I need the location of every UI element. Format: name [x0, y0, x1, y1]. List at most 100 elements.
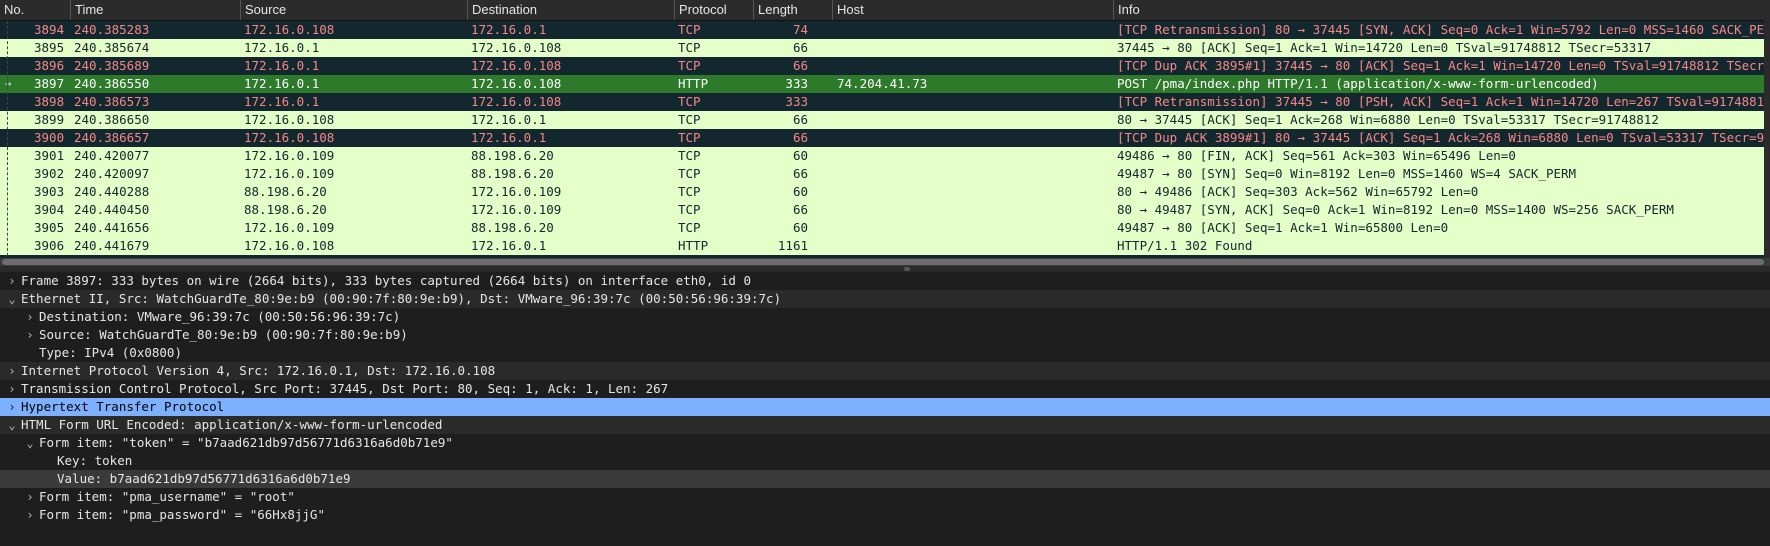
- detail-tree-item[interactable]: › Transmission Control Protocol, Src Port…: [0, 380, 1770, 398]
- packet-row[interactable]: 3895 240.385674 172.16.0.1 172.16.0.108 TCP 6…: [0, 39, 1770, 57]
- detail-tree-label: Source: WatchGuardTe_80:9e:b9 (00:90:7f:…: [39, 327, 408, 342]
- packet-row[interactable]: 3906 240.441679 172.16.0.108 172.16.0.1 HTTP…: [0, 237, 1770, 255]
- cell-destination: 172.16.0.109: [471, 184, 562, 199]
- collapsed-chevron-icon[interactable]: ›: [24, 506, 36, 524]
- cell-destination: 88.198.6.20: [471, 220, 554, 235]
- cell-no: 3901: [34, 148, 65, 163]
- packet-row[interactable]: 3903 240.440288 88.198.6.20 172.16.0.109 TCP…: [0, 183, 1770, 201]
- cell-host: [837, 57, 1107, 75]
- column-header-time[interactable]: Time: [70, 0, 240, 20]
- column-header-length[interactable]: Length: [753, 0, 832, 20]
- cell-no: 3904: [34, 202, 65, 217]
- detail-tree-item[interactable]: ⌄ Ethernet II, Src: WatchGuardTe_80:9e:b9…: [0, 290, 1770, 308]
- detail-tree-item[interactable]: › Destination: VMware_96:39:7c (00:50:56:…: [0, 308, 1770, 326]
- collapsed-chevron-icon[interactable]: ›: [6, 398, 18, 416]
- cell-length: 74: [792, 22, 808, 37]
- detail-tree-label: Key: token: [57, 453, 133, 468]
- cell-info: 80 → 49486 [ACK] Seq=303 Ack=562 Win=657…: [1117, 184, 1479, 199]
- cell-time: 240.386657: [74, 130, 150, 145]
- cell-time: 240.385689: [74, 58, 150, 73]
- splitter-grip[interactable]: [904, 267, 910, 271]
- cell-host: [837, 93, 1107, 111]
- cell-no: 3905: [34, 220, 65, 235]
- cell-source: 172.16.0.1: [244, 76, 320, 91]
- expanded-chevron-icon[interactable]: ⌄: [6, 416, 18, 434]
- collapsed-chevron-icon[interactable]: ›: [24, 308, 36, 326]
- cell-host: [837, 183, 1107, 201]
- detail-tree-item[interactable]: › Form item: "pma_password" = "66Hx8jjG": [0, 506, 1770, 524]
- cell-protocol: HTTP: [678, 76, 709, 91]
- packet-row[interactable]: 3899 240.386650 172.16.0.108 172.16.0.1 TCP 6…: [0, 111, 1770, 129]
- expanded-chevron-icon[interactable]: ⌄: [6, 290, 18, 308]
- cell-length: 66: [792, 130, 808, 145]
- column-header-source[interactable]: Source: [240, 0, 467, 20]
- collapsed-chevron-icon[interactable]: ›: [6, 362, 18, 380]
- detail-tree-item[interactable]: ⌄ Form item: "token" = "b7aad621db97d5677…: [0, 434, 1770, 452]
- collapsed-chevron-icon[interactable]: ›: [6, 272, 18, 290]
- packet-list[interactable]: No. Time Source Destination Protocol Len…: [0, 0, 1770, 266]
- column-header-destination[interactable]: Destination: [467, 0, 674, 20]
- collapsed-chevron-icon[interactable]: ›: [24, 326, 36, 344]
- detail-tree-item[interactable]: Type: IPv4 (0x0800): [0, 344, 1770, 362]
- packet-details-tree[interactable]: › Frame 3897: 333 bytes on wire (2664 bit…: [0, 272, 1770, 546]
- cell-destination: 172.16.0.109: [471, 202, 562, 217]
- column-header-protocol[interactable]: Protocol: [674, 0, 753, 20]
- cell-info: [TCP Dup ACK 3895#1] 37445 → 80 [ACK] Se…: [1117, 58, 1767, 73]
- cell-time: 240.420077: [74, 148, 150, 163]
- cell-host: [837, 39, 1107, 57]
- collapsed-chevron-icon[interactable]: ›: [24, 488, 36, 506]
- packet-row[interactable]: 3896 240.385689 172.16.0.1 172.16.0.108 TCP 6…: [0, 57, 1770, 75]
- cell-destination: 172.16.0.1: [471, 112, 547, 127]
- detail-tree-item[interactable]: Key: token: [0, 452, 1770, 470]
- packet-row[interactable]: → 3897 240.386550 172.16.0.1 172.16.0.108 HTT…: [0, 75, 1770, 93]
- cell-destination: 88.198.6.20: [471, 166, 554, 181]
- detail-tree-label: Form item: "pma_password" = "66Hx8jjG": [39, 507, 325, 522]
- horizontal-scrollbar-thumb[interactable]: [2, 259, 1764, 265]
- packet-row[interactable]: 3905 240.441656 172.16.0.109 88.198.6.20 TCP…: [0, 219, 1770, 237]
- packet-row[interactable]: 3898 240.386573 172.16.0.1 172.16.0.108 TCP 3…: [0, 93, 1770, 111]
- expanded-chevron-icon[interactable]: ⌄: [24, 434, 36, 452]
- packet-row[interactable]: 3900 240.386657 172.16.0.108 172.16.0.1 TCP 6…: [0, 129, 1770, 147]
- packet-row[interactable]: 3894 240.385283 172.16.0.108 172.16.0.1 TCP 7…: [0, 21, 1770, 39]
- cell-length: 333: [785, 94, 808, 109]
- detail-tree-item[interactable]: › Internet Protocol Version 4, Src: 172.1…: [0, 362, 1770, 380]
- cell-time: 240.441679: [74, 238, 150, 253]
- cell-info: [TCP Retransmission] 80 → 37445 [SYN, AC…: [1117, 22, 1767, 37]
- cell-protocol: TCP: [678, 220, 701, 235]
- cell-time: 240.386650: [74, 112, 150, 127]
- cell-time: 240.440288: [74, 184, 150, 199]
- detail-tree-item[interactable]: ⌄ HTML Form URL Encoded: application/x-ww…: [0, 416, 1770, 434]
- cell-time: 240.385674: [74, 40, 150, 55]
- detail-tree-item[interactable]: › Form item: "pma_username" = "root": [0, 488, 1770, 506]
- column-header-host[interactable]: Host: [832, 0, 1113, 20]
- cell-protocol: TCP: [678, 202, 701, 217]
- column-header-no[interactable]: No.: [0, 0, 70, 20]
- cell-source: 172.16.0.1: [244, 40, 320, 55]
- detail-tree-item[interactable]: › Hypertext Transfer Protocol: [0, 398, 1770, 416]
- cell-info: POST /pma/index.php HTTP/1.1 (applicatio…: [1117, 76, 1599, 91]
- cell-destination: 172.16.0.108: [471, 76, 562, 91]
- detail-tree-label: Destination: VMware_96:39:7c (00:50:56:9…: [39, 309, 401, 324]
- detail-tree-item[interactable]: › Frame 3897: 333 bytes on wire (2664 bit…: [0, 272, 1770, 290]
- cell-host: [837, 201, 1107, 219]
- cell-info: 37445 → 80 [ACK] Seq=1 Ack=1 Win=14720 L…: [1117, 40, 1652, 55]
- detail-tree-label: Internet Protocol Version 4, Src: 172.16…: [21, 363, 496, 378]
- vertical-scrollbar[interactable]: [1764, 20, 1770, 258]
- packet-row[interactable]: 3901 240.420077 172.16.0.109 88.198.6.20 TCP…: [0, 147, 1770, 165]
- cell-length: 333: [785, 76, 808, 91]
- cell-host: [837, 237, 1107, 255]
- detail-tree-item[interactable]: Value: b7aad621db97d56771d6316a6d0b71e9: [0, 470, 1770, 488]
- detail-tree-item[interactable]: › Source: WatchGuardTe_80:9e:b9 (00:90:7f…: [0, 326, 1770, 344]
- cell-length: 60: [792, 184, 808, 199]
- packet-row[interactable]: 3902 240.420097 172.16.0.109 88.198.6.20 TCP…: [0, 165, 1770, 183]
- horizontal-scrollbar[interactable]: [0, 258, 1770, 266]
- packet-row[interactable]: 3904 240.440450 88.198.6.20 172.16.0.109 TCP…: [0, 201, 1770, 219]
- cell-host: [837, 219, 1107, 237]
- cell-source: 172.16.0.108: [244, 112, 335, 127]
- cell-time: 240.386550: [74, 76, 150, 91]
- cell-destination: 172.16.0.108: [471, 94, 562, 109]
- cell-info: HTTP/1.1 302 Found: [1117, 238, 1253, 253]
- collapsed-chevron-icon[interactable]: ›: [6, 380, 18, 398]
- column-header-info[interactable]: Info: [1113, 0, 1770, 20]
- cell-destination: 172.16.0.108: [471, 58, 562, 73]
